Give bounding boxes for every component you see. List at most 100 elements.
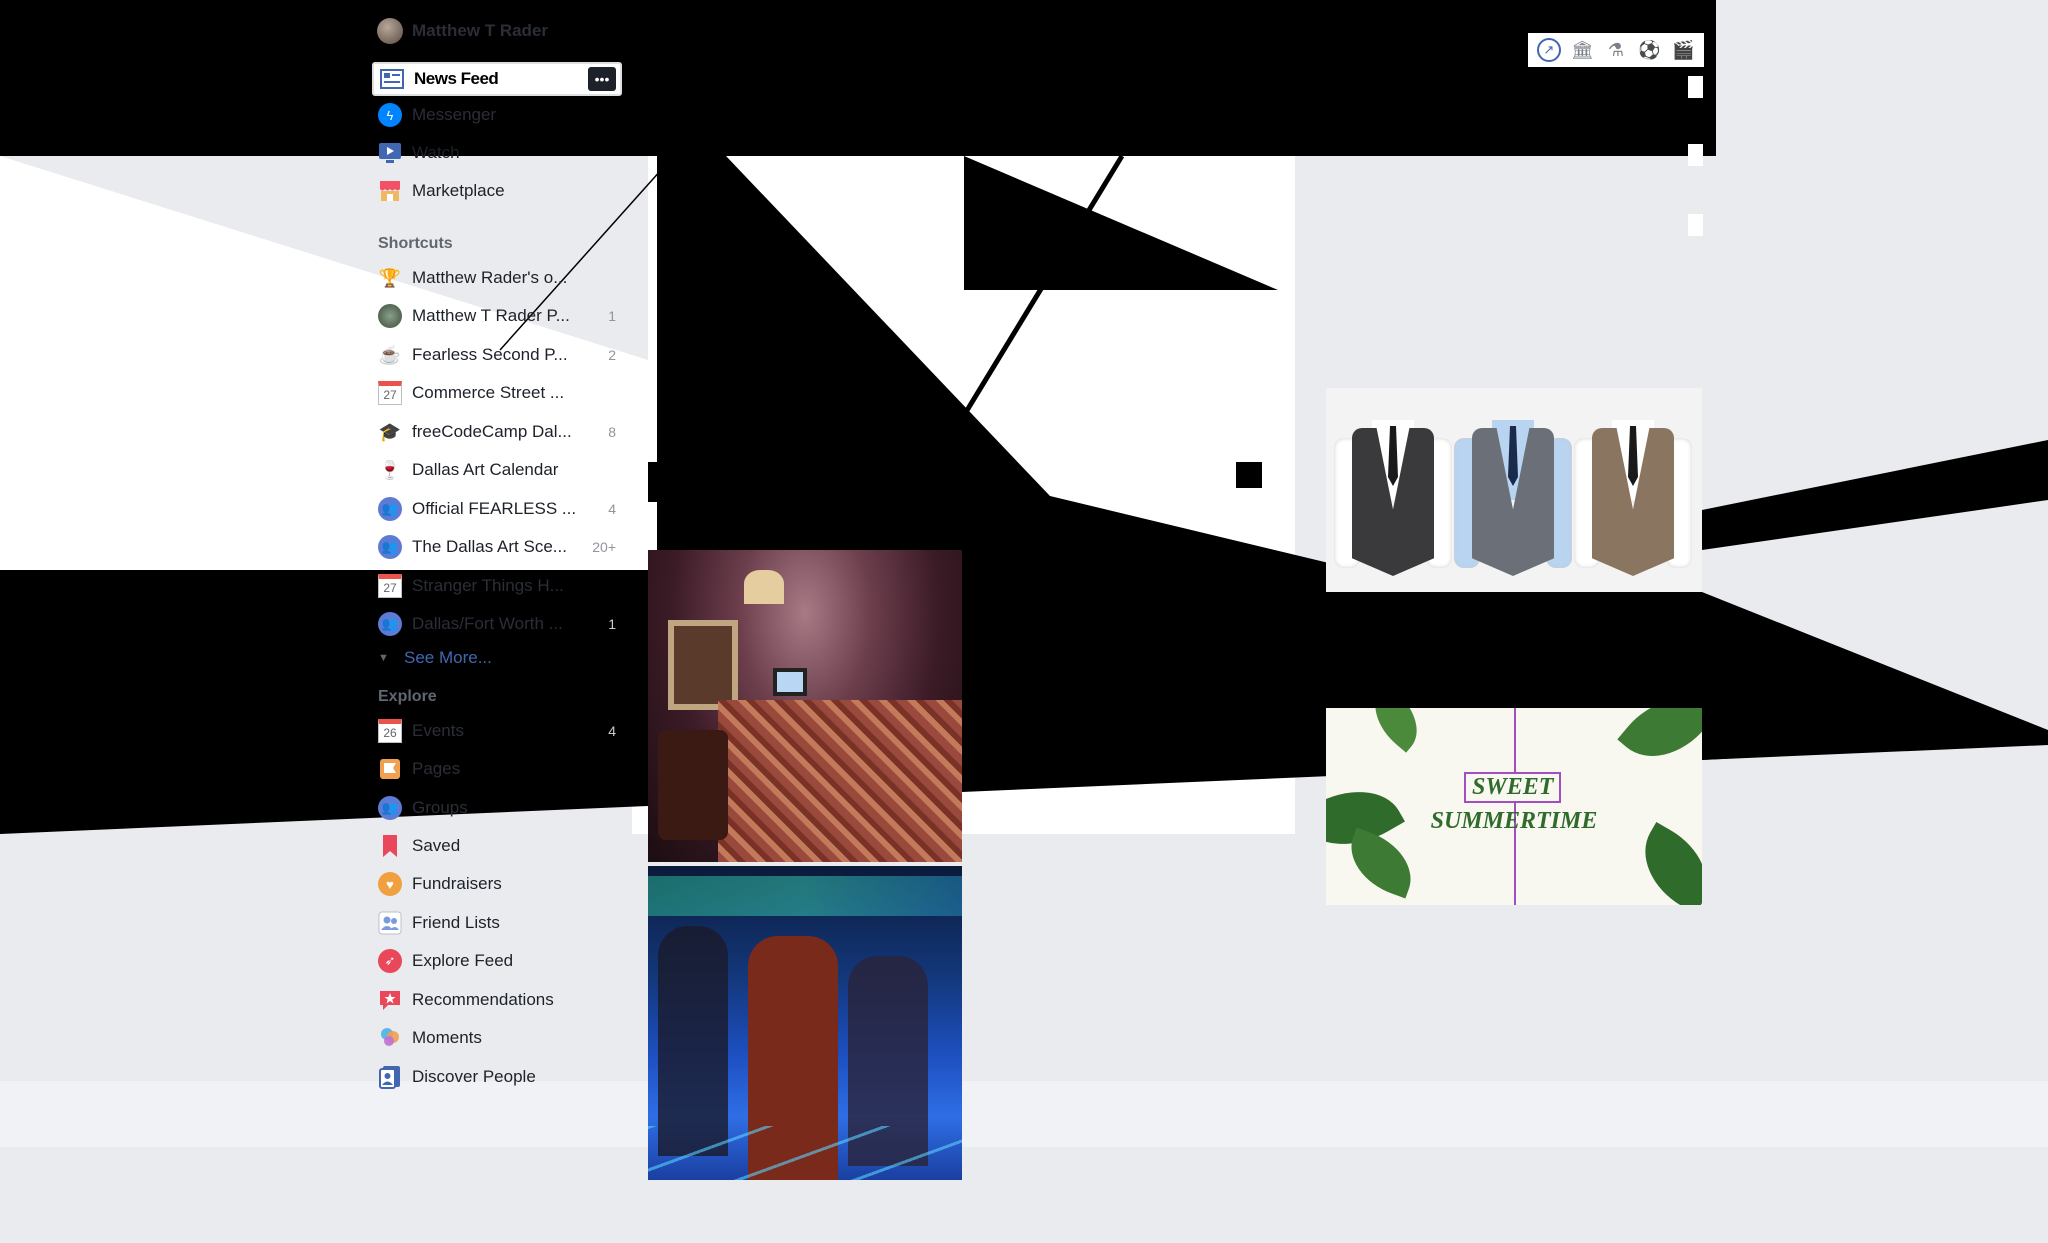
explore-item-pages[interactable]: Pages — [372, 752, 622, 786]
shortcut-item[interactable]: 👥 Official FEARLESS ... 4 — [372, 492, 622, 526]
ad-image-vests[interactable] — [1326, 388, 1702, 592]
photo-detail — [773, 668, 807, 696]
scroll-marker — [1688, 214, 1703, 236]
rocket-icon: ➶ — [377, 948, 403, 974]
leaf-shape — [1360, 708, 1432, 753]
star-speech-icon — [377, 987, 403, 1013]
see-more-link[interactable]: ▼ See More... — [378, 648, 492, 668]
sidebar-item-label: Messenger — [412, 105, 497, 124]
graduation-cap-icon: 🎓 — [378, 421, 402, 442]
profile-link[interactable]: Matthew T Rader — [372, 14, 548, 48]
explore-item-discover-people[interactable]: Discover People — [372, 1060, 622, 1094]
feed-photo-mirror-room[interactable] — [648, 866, 962, 1180]
wine-glass-icon: 🍷 — [378, 459, 402, 480]
clapperboard-icon[interactable]: 🎬 — [1671, 38, 1695, 62]
friends-icon — [377, 910, 403, 936]
sidebar-item-label: News Feed — [414, 69, 499, 88]
explore-label: Friend Lists — [412, 913, 500, 932]
ad-image-sweet-summertime[interactable]: SWEET SUMMERTIME — [1326, 708, 1702, 905]
watch-icon — [377, 140, 403, 166]
shortcut-count: 4 — [608, 501, 616, 517]
group-icon: 👥 — [377, 611, 403, 637]
photo-detail — [648, 1126, 962, 1180]
group-icon: 👥 — [377, 534, 403, 560]
balloons-icon — [377, 1025, 403, 1051]
shortcut-item[interactable]: 👥 The Dallas Art Sce... 20+ — [372, 530, 622, 564]
shortcut-count: 1 — [608, 308, 616, 324]
divider-line — [1514, 708, 1516, 905]
explore-item-saved[interactable]: Saved — [372, 829, 622, 863]
vest-product — [1574, 408, 1692, 578]
bookmark-icon — [377, 833, 403, 859]
explore-item-friend-lists[interactable]: Friend Lists — [372, 906, 622, 940]
explore-item-fundraisers[interactable]: ♥ Fundraisers — [372, 867, 622, 901]
flag-icon — [377, 756, 403, 782]
flask-icon[interactable]: ⚗ — [1604, 38, 1628, 62]
see-more-label: See More... — [404, 648, 492, 667]
explore-item-recommendations[interactable]: Recommendations — [372, 983, 622, 1017]
group-icon: 👥 — [377, 496, 403, 522]
shortcut-item[interactable]: ☕ Fearless Second P... 2 — [372, 338, 622, 372]
news-feed-icon — [379, 66, 405, 92]
explore-count: 4 — [608, 723, 616, 739]
marketplace-icon — [377, 178, 403, 204]
chevron-down-icon: ▼ — [378, 652, 389, 664]
explore-item-groups[interactable]: 👥 Groups — [372, 791, 622, 825]
explore-label: Groups — [412, 798, 468, 817]
explore-label: Moments — [412, 1028, 482, 1047]
leaf-shape — [1339, 827, 1423, 899]
vest-product — [1334, 408, 1452, 578]
scroll-marker — [1688, 76, 1703, 98]
trophy-icon: 🏆 — [378, 267, 402, 288]
glitch-notch — [648, 462, 660, 502]
explore-label: Fundraisers — [412, 874, 502, 893]
shortcut-label: Fearless Second P... — [412, 345, 568, 364]
glitch-square — [1236, 462, 1262, 488]
shortcut-item[interactable]: 🎓 freeCodeCamp Dal... 8 — [372, 415, 622, 449]
shortcut-item[interactable]: 🏆 Matthew Rader's o... — [372, 261, 622, 295]
glitch-right-strip — [1703, 0, 1716, 156]
explore-item-moments[interactable]: Moments — [372, 1021, 622, 1055]
shortcut-item[interactable]: 🍷 Dallas Art Calendar — [372, 453, 622, 487]
explore-item-events[interactable]: 26 Events 4 — [372, 714, 622, 748]
sidebar-item-messenger[interactable]: ϟ Messenger — [372, 98, 622, 132]
shortcut-count: 8 — [608, 424, 616, 440]
avatar — [377, 18, 403, 44]
sidebar-item-watch[interactable]: Watch — [372, 136, 622, 170]
shortcut-label: Commerce Street ... — [412, 383, 565, 402]
photo-detail — [658, 730, 728, 840]
glitch-right-wedge — [1702, 440, 2048, 550]
soccer-ball-icon[interactable]: ⚽ — [1638, 38, 1662, 62]
bank-icon[interactable]: 🏛 — [1570, 38, 1594, 62]
messenger-icon: ϟ — [377, 102, 403, 128]
shortcut-label: Matthew T Rader P... — [412, 306, 570, 325]
explore-label: Saved — [412, 836, 461, 855]
people-card-icon — [377, 1064, 403, 1090]
feed-photo-room[interactable] — [648, 550, 962, 862]
shortcut-item[interactable]: 👥 Dallas/Fort Worth ... 1 — [372, 607, 622, 641]
ad-headline-sweet: SWEET — [1464, 772, 1562, 803]
explore-label: Recommendations — [412, 990, 554, 1009]
photo-detail — [744, 570, 784, 604]
sidebar-item-marketplace[interactable]: Marketplace — [372, 174, 622, 208]
photo-detail — [648, 876, 962, 916]
explore-item-explore-feed[interactable]: ➶ Explore Feed — [372, 944, 622, 978]
sidebar-item-label: Marketplace — [412, 181, 505, 200]
shortcut-item[interactable]: 27 Commerce Street ... — [372, 376, 622, 410]
explore-label: Explore Feed — [412, 951, 514, 970]
explore-heading: Explore — [378, 688, 437, 705]
shortcut-item[interactable]: Matthew T Rader P... 1 — [372, 299, 622, 333]
leaf-shape — [1617, 708, 1702, 778]
sidebar-item-news-feed[interactable]: News Feed ••• — [372, 62, 622, 96]
explore-label: Discover People — [412, 1067, 536, 1086]
shortcut-label: freeCodeCamp Dal... — [412, 422, 572, 441]
topic-toolbar: ↗ 🏛 ⚗ ⚽ 🎬 — [1528, 33, 1704, 67]
calendar-icon: 27 — [377, 380, 403, 406]
more-icon[interactable]: ••• — [588, 67, 616, 91]
shortcut-label: Stranger Things H... — [412, 576, 564, 595]
shortcut-count: 2 — [608, 347, 616, 363]
photo-detail — [718, 700, 962, 862]
shortcut-label: Dallas/Fort Worth ... — [412, 614, 563, 633]
shortcut-item[interactable]: 27 Stranger Things H... — [372, 569, 622, 603]
trending-icon[interactable]: ↗ — [1536, 38, 1561, 62]
